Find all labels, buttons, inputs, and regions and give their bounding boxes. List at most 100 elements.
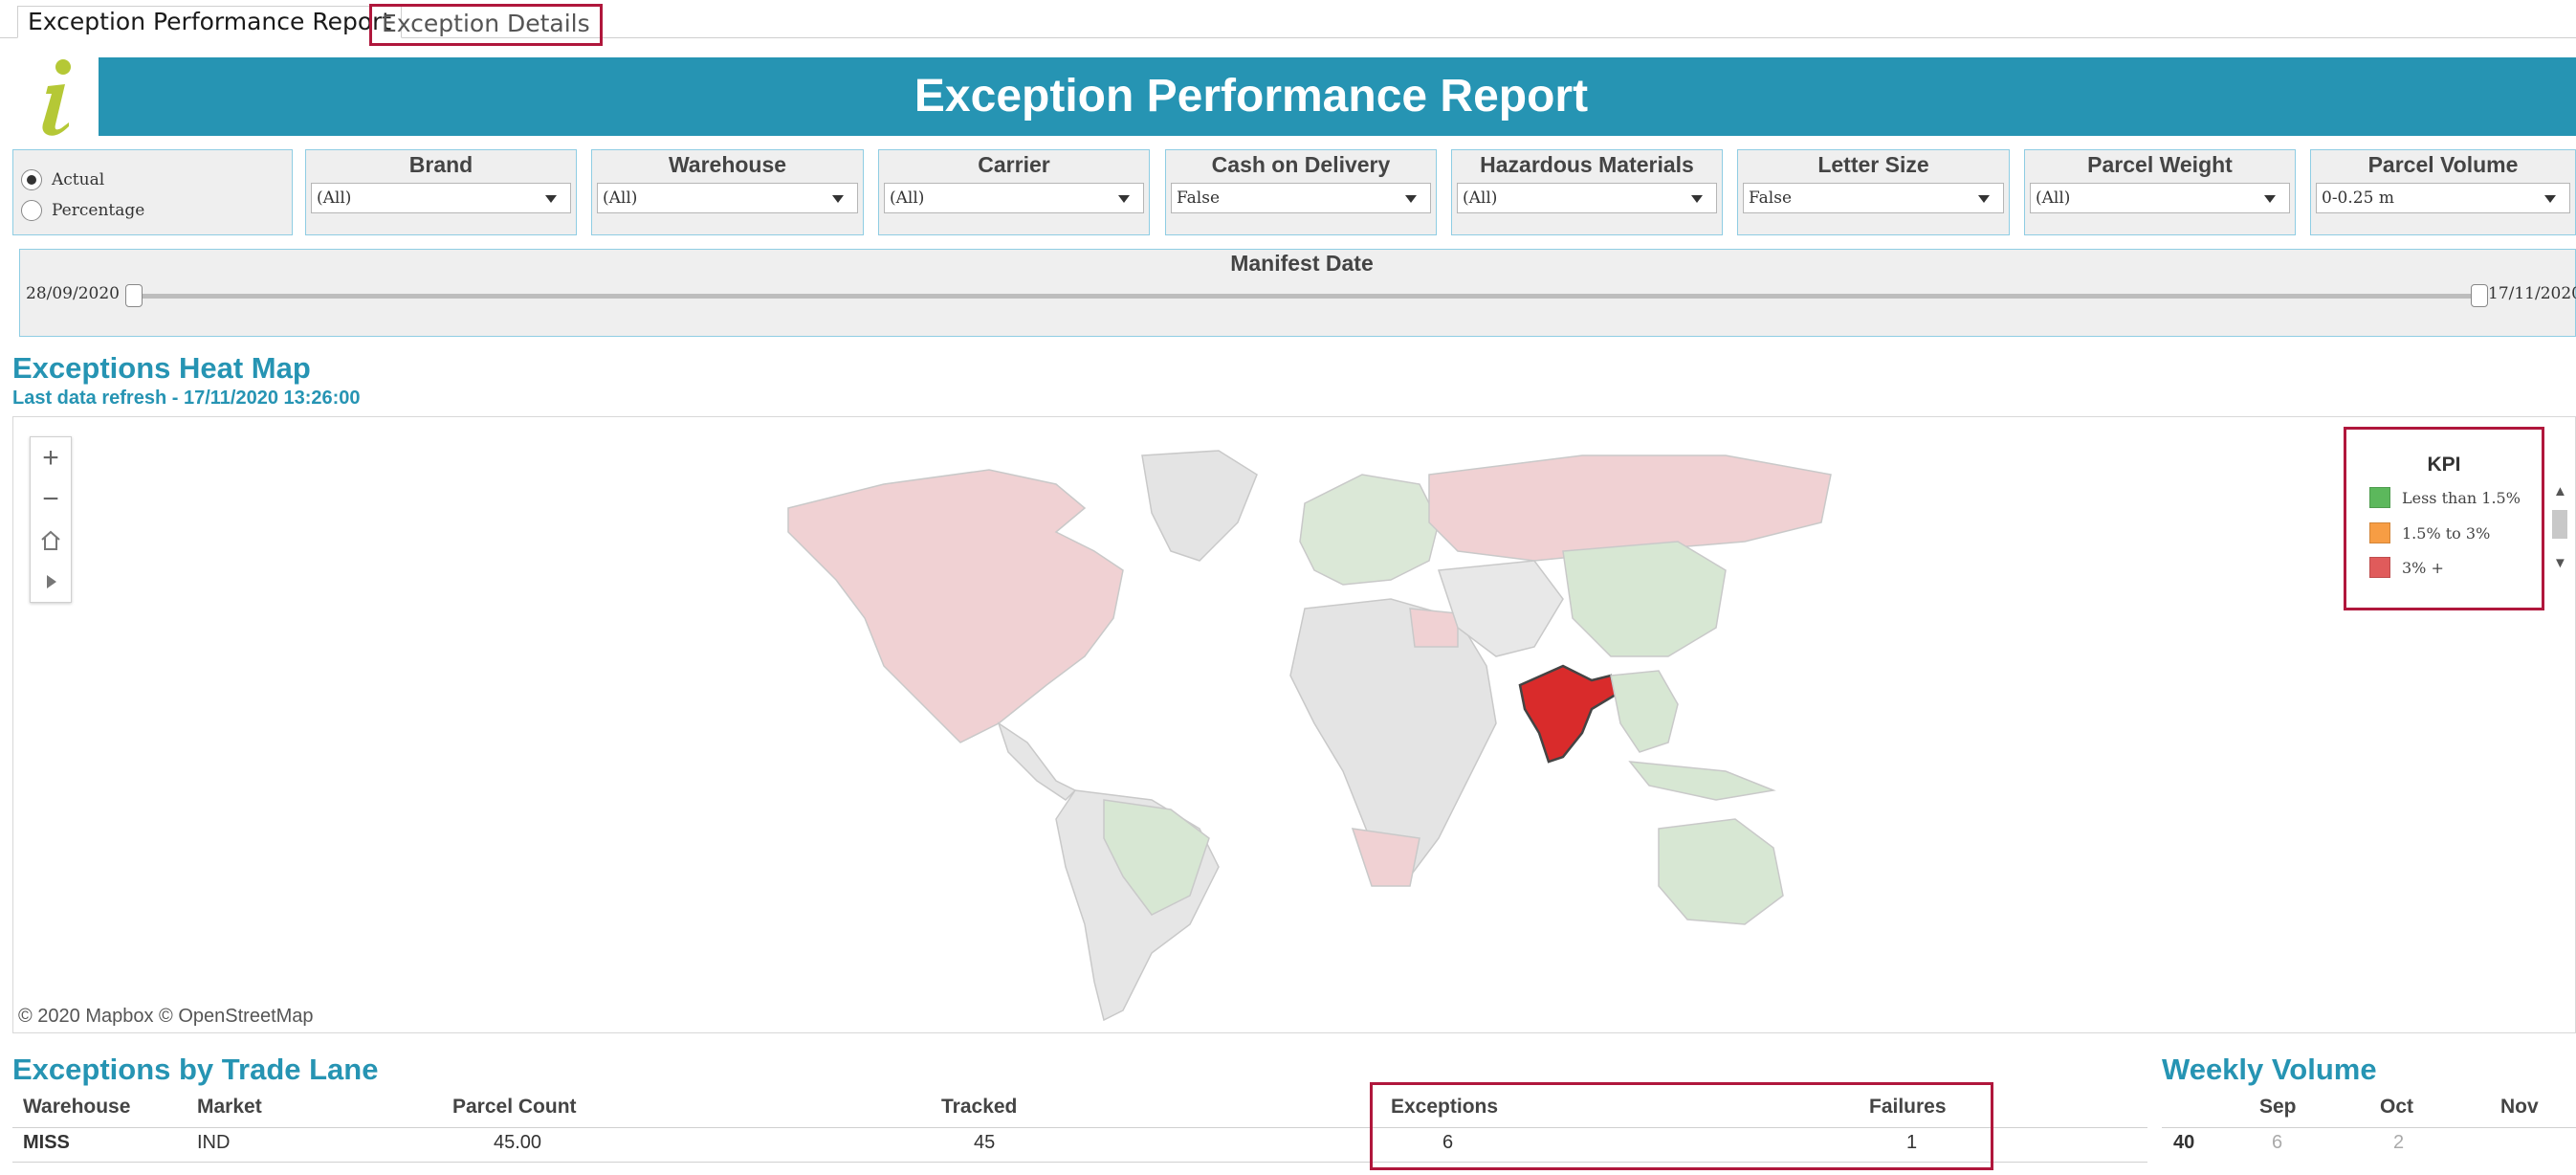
filter-warehouse: Warehouse (All) xyxy=(591,149,864,235)
radio-percentage-label: Percentage xyxy=(52,201,145,220)
select-value: (All) xyxy=(890,188,925,208)
kpi-legend: KPI Less than 1.5% 1.5% to 3% 3% + xyxy=(2344,427,2544,610)
legend-title: KPI xyxy=(2427,454,2461,476)
scrollbar-thumb[interactable] xyxy=(2552,510,2567,539)
central-america-region xyxy=(997,721,1077,801)
zoom-out-icon[interactable]: − xyxy=(31,478,71,520)
filter-letter-size: Letter Size False xyxy=(1737,149,2010,235)
report-title-banner: Exception Performance Report xyxy=(99,57,2576,136)
north-america-region xyxy=(787,469,1124,743)
cell-sep: 6 xyxy=(2272,1132,2283,1153)
parcel-volume-select[interactable]: 0-0.25 m xyxy=(2316,183,2570,213)
filter-cash-on-delivery: Cash on Delivery False xyxy=(1165,149,1437,235)
brand-select[interactable]: (All) xyxy=(311,183,571,213)
exceptions-heat-map[interactable]: + − © 2020 Mapbox © OpenStreetMap xyxy=(12,416,2576,1033)
filter-title: Warehouse xyxy=(668,152,787,177)
map-controls: + − xyxy=(30,436,72,603)
trade-lane-title: Exceptions by Trade Lane xyxy=(12,1053,379,1086)
filter-parcel-volume: Parcel Volume 0-0.25 m xyxy=(2310,149,2576,235)
manifest-date-title: Manifest Date xyxy=(1230,251,1374,276)
col-header-market: Market xyxy=(197,1096,262,1118)
measure-toggle: Actual Percentage xyxy=(12,149,293,235)
date-range-track[interactable] xyxy=(133,294,2482,299)
legend-item-orange[interactable]: 1.5% to 3% xyxy=(2369,521,2490,544)
filter-title: Hazardous Materials xyxy=(1480,152,1694,177)
legend-item-red[interactable]: 3% + xyxy=(2369,556,2444,579)
legend-label: 1.5% to 3% xyxy=(2402,523,2491,543)
date-end-label: 17/11/2020 xyxy=(2488,284,2576,303)
indonesia-region xyxy=(1628,761,1776,801)
select-value: (All) xyxy=(2036,188,2071,208)
tab-exception-performance-report[interactable]: Exception Performance Report xyxy=(17,6,403,38)
cell-oct: 2 xyxy=(2393,1132,2405,1153)
heat-map-title: Exceptions Heat Map xyxy=(12,351,311,385)
chevron-down-icon xyxy=(1978,195,1990,203)
filter-title: Carrier xyxy=(978,152,1050,177)
red-swatch xyxy=(2369,557,2390,578)
radio-unselected-icon xyxy=(21,200,42,221)
cell-parcel-count: 45.00 xyxy=(494,1132,542,1153)
date-start-label: 28/09/2020 xyxy=(26,284,120,303)
cell-warehouse: MISS xyxy=(23,1132,70,1153)
zoom-in-icon[interactable]: + xyxy=(31,437,71,478)
select-value: False xyxy=(1177,188,1220,208)
india-region xyxy=(1518,664,1618,764)
southeast-asia-region xyxy=(1610,670,1679,753)
radio-percentage[interactable]: Percentage xyxy=(21,196,144,225)
col-header-tracked: Tracked xyxy=(941,1096,1018,1118)
info-logo-icon xyxy=(42,59,71,136)
col-header-sep: Sep xyxy=(2259,1096,2297,1118)
chevron-down-icon xyxy=(832,195,844,203)
legend-label: Less than 1.5% xyxy=(2402,488,2521,507)
col-header-nov: Nov xyxy=(2500,1096,2539,1118)
warehouse-select[interactable]: (All) xyxy=(597,183,858,213)
select-value: (All) xyxy=(603,188,638,208)
filter-title: Letter Size xyxy=(1817,152,1929,177)
filter-brand: Brand (All) xyxy=(305,149,577,235)
manifest-date-filter: Manifest Date 28/09/2020 17/11/2020 xyxy=(19,249,2576,337)
tab-exception-details[interactable]: Exception Details xyxy=(369,4,603,46)
radio-actual[interactable]: Actual xyxy=(21,166,104,194)
col-header-oct: Oct xyxy=(2380,1096,2414,1118)
hazardous-materials-select[interactable]: (All) xyxy=(1457,183,1717,213)
southern-africa-region xyxy=(1351,828,1420,887)
map-credit: © 2020 Mapbox © OpenStreetMap xyxy=(18,1006,314,1027)
filter-parcel-weight: Parcel Weight (All) xyxy=(2024,149,2296,235)
last-refresh-label: Last data refresh - 17/11/2020 13:26:00 xyxy=(12,388,361,409)
chevron-up-icon[interactable]: ▲ xyxy=(2553,483,2567,499)
egypt-region xyxy=(1409,608,1459,648)
green-swatch xyxy=(2369,487,2390,508)
australia-region xyxy=(1658,818,1784,925)
select-value: (All) xyxy=(1463,188,1498,208)
orange-swatch xyxy=(2369,522,2390,543)
filter-title: Brand xyxy=(408,152,473,177)
cell-market: IND xyxy=(197,1132,231,1153)
legend-label: 3% + xyxy=(2402,558,2444,577)
home-icon[interactable] xyxy=(31,520,71,561)
col-header-warehouse: Warehouse xyxy=(23,1096,131,1118)
cell-week: 40 xyxy=(2173,1132,2195,1153)
cash-on-delivery-select[interactable]: False xyxy=(1171,183,1431,213)
legend-scrollbar[interactable]: ▲ ▼ xyxy=(2549,483,2568,579)
greenland-region xyxy=(1141,450,1258,562)
filter-title: Parcel Volume xyxy=(2367,152,2519,177)
chevron-down-icon[interactable]: ▼ xyxy=(2553,555,2567,571)
letter-size-select[interactable]: False xyxy=(1743,183,2004,213)
select-value: False xyxy=(1749,188,1792,208)
legend-item-green[interactable]: Less than 1.5% xyxy=(2369,486,2521,509)
weekly-volume-title: Weekly Volume xyxy=(2162,1053,2377,1086)
date-end-handle[interactable] xyxy=(2471,284,2488,307)
col-header-parcel-count: Parcel Count xyxy=(452,1096,577,1118)
select-value: 0-0.25 m xyxy=(2322,188,2394,208)
chevron-down-icon xyxy=(545,195,557,203)
world-map[interactable] xyxy=(769,417,1840,1033)
radio-selected-icon xyxy=(21,169,42,190)
date-start-handle[interactable] xyxy=(125,284,143,307)
chevron-down-icon xyxy=(2544,195,2556,203)
carrier-select[interactable]: (All) xyxy=(884,183,1144,213)
weekly-divider xyxy=(2162,1127,2576,1128)
cell-tracked: 45 xyxy=(974,1132,996,1153)
exceptions-failures-highlight xyxy=(1370,1082,1993,1170)
play-icon[interactable] xyxy=(31,561,71,602)
parcel-weight-select[interactable]: (All) xyxy=(2030,183,2290,213)
